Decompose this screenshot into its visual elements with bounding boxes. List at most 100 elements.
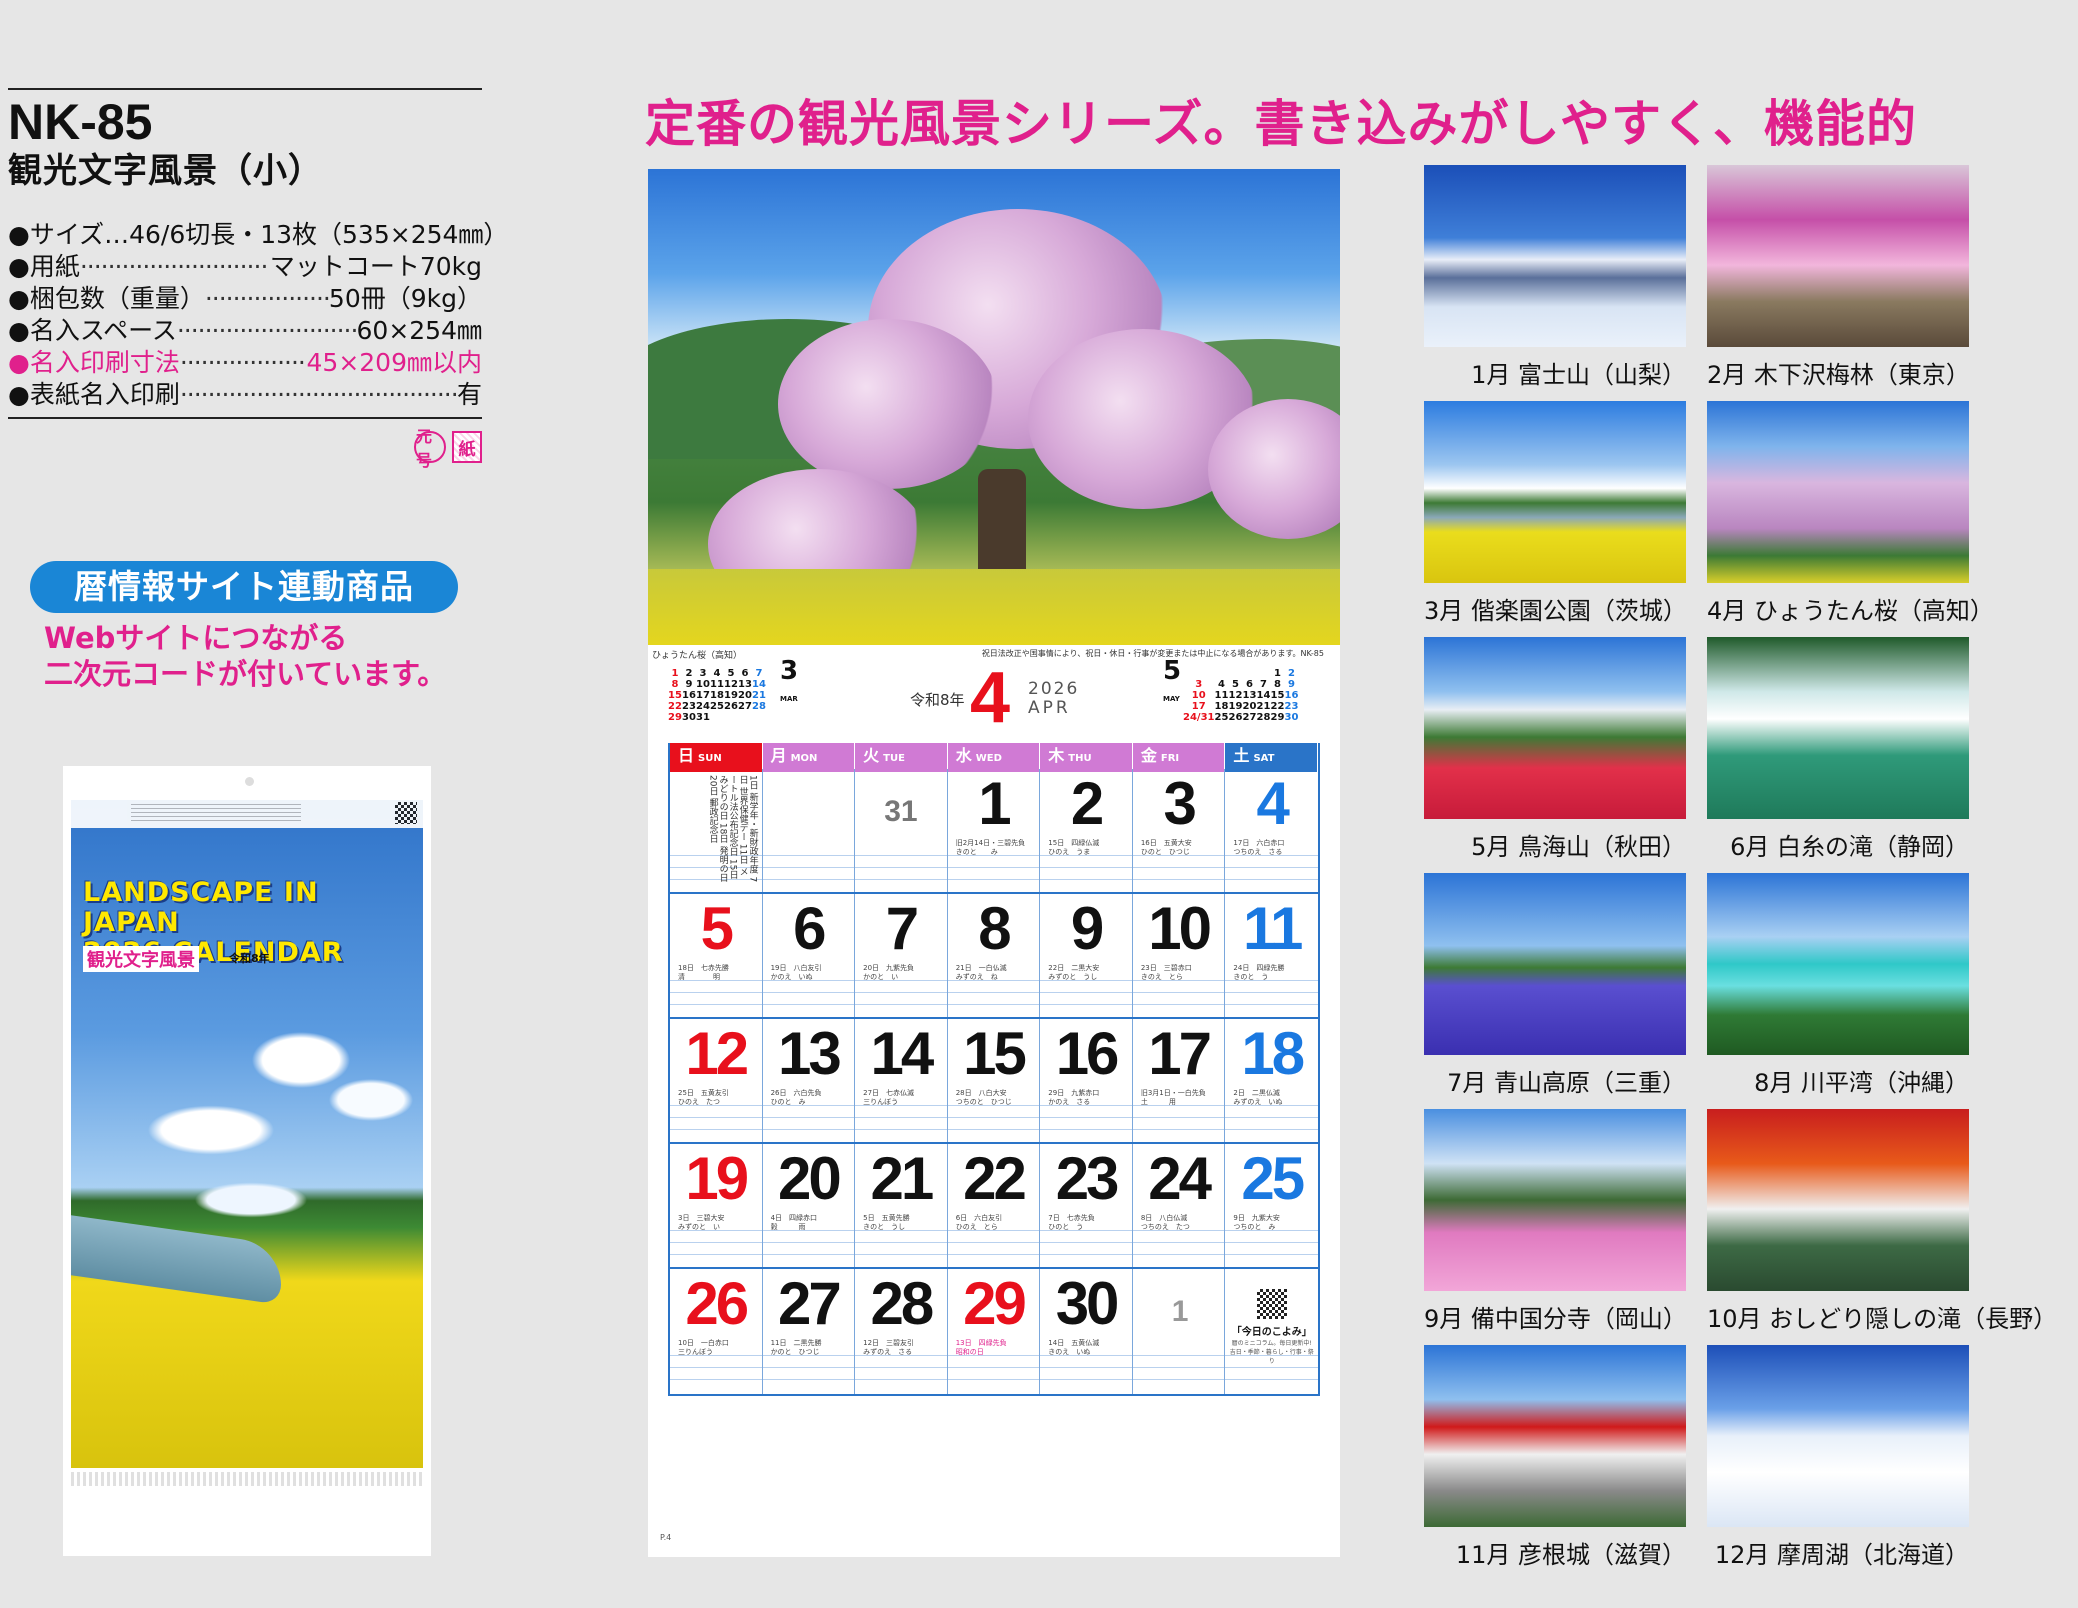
day-number: 20 xyxy=(777,1145,842,1212)
calendar-day-cell: 27 11日 二黒先勝 かのと ひつじ xyxy=(762,1269,856,1394)
mini-day xyxy=(1183,668,1214,679)
weekday-mon: 月 MON xyxy=(762,743,856,772)
lunar-info: 16日 五黄大安 ひのと ひつじ xyxy=(1140,839,1192,856)
calendar-day-cell: 10 23日 三碧赤口 きのえ とら xyxy=(1132,894,1226,1017)
koyomi-qr: 「今日のこよみ」 暦のミニコラム。毎日更新中! 吉日・季節・暮らし・行事・祭り xyxy=(1229,1289,1314,1365)
lunar-info: 23日 三碧赤口 きのえ とら xyxy=(1140,964,1192,981)
lunar-info: 28日 八白大安 つちのと ひつじ xyxy=(955,1089,1012,1106)
mini-day: 27 xyxy=(738,701,752,712)
day-number: 8 xyxy=(978,895,1011,962)
cover-header-strip xyxy=(71,800,423,828)
mini-day: 15 xyxy=(1270,690,1285,701)
mini-day: 28 xyxy=(752,701,766,712)
calendar-day-cell: 29 13日 四緑先負 昭和の日 xyxy=(947,1269,1041,1394)
photo-caption: ひょうたん桜（高知） xyxy=(652,651,743,661)
day-number: 23 xyxy=(1055,1145,1120,1212)
divider xyxy=(8,417,482,420)
castle-image xyxy=(1424,1345,1686,1527)
frozen-lake-image xyxy=(1707,1345,1969,1527)
model-number: NK-85 xyxy=(8,94,153,150)
lunar-info: 27日 七赤仏滅 三りんぼう xyxy=(863,1089,915,1106)
calendar-day-cell: 9 22日 二黒大安 みずのと うし xyxy=(1040,894,1133,1017)
linked-product-description: Webサイトにつながる 二次元コードが付いています。 xyxy=(44,621,447,691)
mini-day: 22 xyxy=(668,701,682,712)
lunar-info: 7日 七赤先負 ひのと う xyxy=(1048,1214,1095,1231)
lunar-info: 13日 四緑先負 昭和の日 xyxy=(955,1339,1007,1356)
mini-day: 22 xyxy=(1270,701,1285,712)
mini-day: 26 xyxy=(724,701,738,712)
mini-day: 14 xyxy=(1256,690,1271,701)
calendar-day-cell: 17 旧3月1日・一白先負 土 用 xyxy=(1132,1019,1226,1142)
calendar-day-cell: 31 xyxy=(855,769,948,892)
calendar-day-cell: 3 16日 五黄大安 ひのと ひつじ xyxy=(1132,769,1226,892)
mini-day xyxy=(1256,668,1270,679)
day-number: 17 xyxy=(1148,1020,1212,1087)
mini-day xyxy=(710,712,724,723)
mini-day: 23 xyxy=(682,701,696,712)
month-thumbnail-label: 6月 白糸の滝（静岡） xyxy=(1730,833,1969,861)
mini-day: 29 xyxy=(668,712,682,723)
mini-day: 14 xyxy=(752,679,766,690)
mini-day xyxy=(752,712,766,723)
calendar-day-cell: 23 7日 七赤先負 ひのと う xyxy=(1040,1144,1133,1267)
mini-day: 2 xyxy=(685,668,693,679)
lunar-info: 29日 九紫赤口 かのえ さる xyxy=(1048,1089,1100,1106)
day-number: 4 xyxy=(1256,770,1290,837)
month-number: 4 xyxy=(970,658,1011,738)
day-number: 29 xyxy=(963,1270,1027,1337)
calendar-day-cell: 25 9日 九紫大安 つちのと み xyxy=(1225,1144,1318,1267)
lunar-info: 11日 二黒先勝 かのと ひつじ xyxy=(770,1339,822,1356)
day-number: 21 xyxy=(870,1145,935,1212)
day-number: 22 xyxy=(963,1145,1027,1212)
weekday-wed: 水 WED xyxy=(947,743,1041,772)
mini-day: 16 xyxy=(1284,690,1299,701)
lunar-info: 14日 五黄仏滅 きのえ いぬ xyxy=(1048,1339,1100,1356)
calendar-day-cell: 26 10日 一白赤口 三りんぼう xyxy=(670,1269,763,1394)
mini-day: 30 xyxy=(682,712,696,723)
day-number: 30 xyxy=(1055,1270,1120,1337)
month-thumbnail-label: 9月 備中国分寺（岡山） xyxy=(1424,1305,1687,1333)
day-number: 13 xyxy=(777,1020,842,1087)
month-thumbnail-label: 4月 ひょうたん桜（高知） xyxy=(1707,597,1994,625)
day-number: 9 xyxy=(1070,895,1104,962)
mini-day xyxy=(724,712,738,723)
day-number: 14 xyxy=(870,1020,935,1087)
lunar-info: 8日 八白仏滅 つちのえ たつ xyxy=(1140,1214,1190,1231)
day-number: 27 xyxy=(777,1270,842,1337)
mini-day xyxy=(1242,668,1256,679)
calendar-week: 19 3日 三碧大安 みずのと い 20 4日 四緑赤口 穀 雨 21 5日 五黄先勝 き… xyxy=(670,1144,1318,1269)
month-thumbnail-label: 7月 青山高原（三重） xyxy=(1447,1069,1686,1097)
month-thumbnail-label: 8月 川平湾（沖縄） xyxy=(1754,1069,1969,1097)
mini-day: 3 xyxy=(1195,679,1203,690)
calendar-day-cell: 15 28日 八白大安 つちのと ひつじ xyxy=(947,1019,1041,1142)
spec-item: ●用紙マットコート70kg xyxy=(8,251,482,283)
mini-day: 1 xyxy=(1274,668,1281,679)
weekday-thu: 木 THU xyxy=(1040,743,1133,772)
bay-image xyxy=(1707,873,1969,1055)
holiday-notes: 1日 新学年・新財政年度 7日 世界保健デー 11日 メートル法公布記念日 15… xyxy=(707,775,758,883)
lunar-info: 24日 四緑先勝 きのと う xyxy=(1233,964,1285,981)
pagoda-flowers-image xyxy=(1424,1109,1686,1291)
mini-day: 17 xyxy=(696,690,710,701)
lunar-info: 25日 五黄友引 ひのえ たつ xyxy=(678,1089,729,1106)
calendar-day-cell: 13 26日 六白先負 ひのと み xyxy=(762,1019,856,1142)
day-number: 11 xyxy=(1242,895,1303,962)
spec-item-highlight: ●名入印刷寸法45×209㎜以内 xyxy=(8,347,482,379)
mini-day xyxy=(1214,668,1228,679)
mini-day: 21 xyxy=(1256,701,1271,712)
calendar-day-cell: 2 15日 四緑仏滅 ひのえ うま xyxy=(1040,769,1133,892)
mini-day: 25 xyxy=(1214,712,1229,723)
mini-day: 5 xyxy=(727,668,735,679)
mini-day: 18 xyxy=(710,690,724,701)
mini-day: 5 xyxy=(1232,679,1239,690)
lunar-info: 2日 二黒仏滅 みずのえ いぬ xyxy=(1233,1089,1283,1106)
mini-day: 20 xyxy=(738,690,752,701)
hanging-hole xyxy=(245,777,254,786)
mini-day xyxy=(738,712,752,723)
spec-panel: NK-85 観光文字風景（小） ●サイズ …46/6切長・13枚（535×254㎜… xyxy=(8,88,508,470)
mini-day: 26 xyxy=(1228,712,1243,723)
calendar-week: 12 25日 五黄友引 ひのえ たつ 13 26日 六白先負 ひのと み 14 27日 七… xyxy=(670,1019,1318,1144)
cover-subtitle: 観光文字風景 xyxy=(83,946,199,972)
mini-day: 16 xyxy=(682,690,696,701)
cover-era: 令和8年 xyxy=(229,952,270,965)
